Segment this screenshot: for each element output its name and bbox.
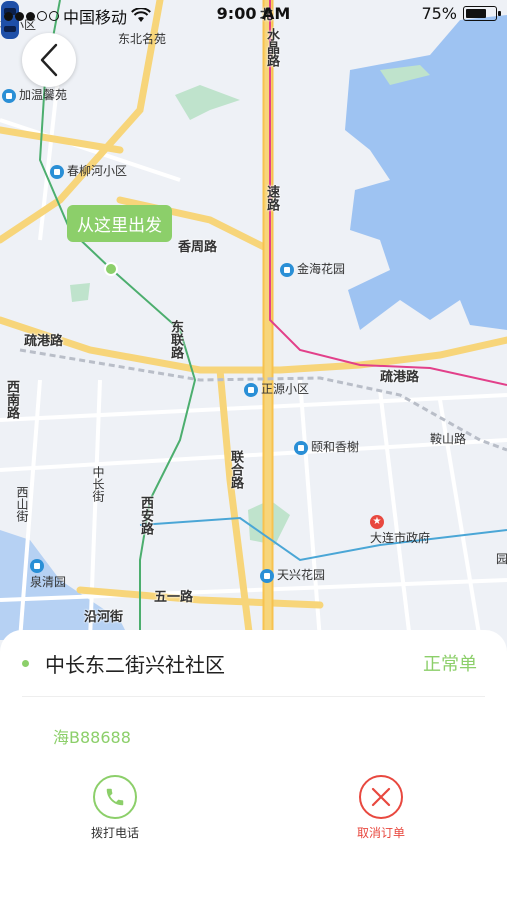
call-label: 拨打电话	[90, 826, 139, 840]
cancel-order-button[interactable]: 取消订单	[321, 775, 441, 841]
destination-dot-icon	[22, 659, 29, 667]
map-view[interactable]: 桥小区 东北名苑 加温馨苑 春柳河小区 香周路 金海花园 疏港路 疏港路 正源小…	[0, 0, 507, 640]
map-label: 园	[496, 552, 507, 566]
map-poi: ★ 大连市政府	[370, 514, 431, 545]
status-bar: 中国移动 9:00 AM 75%	[0, 0, 507, 28]
map-canvas	[0, 0, 507, 640]
map-label: 中长街	[91, 466, 105, 502]
poi-icon	[244, 382, 258, 397]
destination-address: 中长东二街兴社社区	[45, 652, 225, 677]
call-button[interactable]: 拨打电话	[55, 775, 175, 841]
road-label: 西安路	[138, 496, 153, 535]
map-poi: 金海花园	[280, 260, 345, 277]
road-label: 疏港路	[380, 370, 420, 385]
poi-icon	[2, 88, 16, 103]
start-location-marker	[104, 262, 118, 276]
map-poi: 天兴花园	[260, 566, 325, 583]
poi-icon	[50, 164, 64, 179]
map-poi: 泉清园	[30, 558, 66, 590]
poi-icon	[30, 558, 44, 573]
road-label: 东联路	[168, 320, 183, 359]
battery-icon	[463, 6, 501, 21]
phone-icon	[106, 788, 124, 806]
road-label: 五一路	[154, 590, 194, 605]
map-label: 东北名苑	[118, 32, 167, 46]
call-circle[interactable]	[93, 775, 137, 819]
destination-row: 中长东二街兴社社区 正常单	[22, 648, 485, 678]
road-label: 沿河街	[84, 610, 124, 625]
map-poi: 加温馨苑	[2, 86, 67, 103]
cancel-circle[interactable]	[359, 775, 403, 819]
poi-icon	[294, 440, 308, 455]
road-label: 联合路	[228, 450, 243, 489]
road-label: 西南路	[4, 380, 19, 419]
poi-icon	[260, 568, 274, 583]
close-icon	[371, 787, 391, 807]
cancel-label: 取消订单	[356, 826, 405, 840]
battery-level-fill	[466, 9, 487, 18]
road-label: 疏港路	[24, 334, 64, 349]
government-star-icon: ★	[370, 514, 384, 529]
poi-icon	[280, 262, 294, 277]
map-poi: 春柳河小区	[50, 162, 127, 179]
order-type-label: 正常单	[423, 654, 477, 675]
road-label: 香周路	[178, 240, 218, 255]
road-label: 速路	[264, 185, 279, 211]
chevron-left-icon	[40, 43, 58, 77]
back-button[interactable]	[22, 33, 76, 87]
divider	[22, 696, 485, 697]
road-label: 水晶路	[264, 28, 279, 67]
start-location-bubble: 从这里出发	[67, 205, 172, 242]
map-poi: 颐和香榭	[294, 438, 359, 455]
license-plate: 海B88688	[53, 728, 131, 747]
map-label: 西山街	[15, 486, 29, 522]
map-label: 鞍山路	[430, 432, 467, 446]
trip-info-sheet: 中长东二街兴社社区 正常单 海B88688 拨打电话 取消订单	[0, 630, 507, 900]
battery-percent: 75%	[421, 4, 457, 23]
map-poi: 正源小区	[244, 380, 309, 397]
